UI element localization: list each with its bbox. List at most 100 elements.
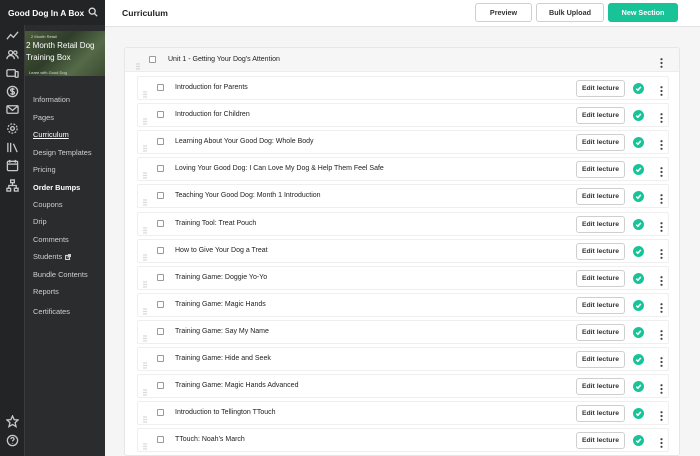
lecture-row[interactable]: Learning About Your Good Dog: Whole Body…: [137, 130, 669, 154]
edit-lecture-button[interactable]: Edit lecture: [576, 270, 625, 287]
published-check-icon[interactable]: [633, 327, 644, 338]
lecture-title[interactable]: How to Give Your Dog a Treat: [175, 247, 268, 254]
school-name[interactable]: Good Dog In A Box: [8, 8, 84, 18]
lecture-checkbox[interactable]: [157, 111, 164, 118]
lecture-checkbox[interactable]: [157, 247, 164, 254]
published-check-icon[interactable]: [633, 381, 644, 392]
sidebar-item-students[interactable]: Students: [33, 252, 72, 261]
mail-icon[interactable]: [5, 102, 20, 117]
kebab-menu-icon[interactable]: [660, 327, 663, 340]
lecture-title[interactable]: Learning About Your Good Dog: Whole Body: [175, 138, 314, 145]
lecture-checkbox[interactable]: [157, 436, 164, 443]
published-check-icon[interactable]: [633, 137, 644, 148]
published-check-icon[interactable]: [633, 191, 644, 202]
users-icon[interactable]: [5, 47, 20, 62]
lecture-title[interactable]: Training Game: Hide and Seek: [175, 355, 271, 362]
published-check-icon[interactable]: [633, 246, 644, 257]
kebab-menu-icon[interactable]: [660, 408, 663, 421]
lecture-row[interactable]: Training Tool: Treat Pouch Edit lecture: [137, 212, 669, 236]
drag-handle-icon[interactable]: [143, 437, 147, 450]
sidebar-item-pages[interactable]: Pages: [33, 113, 54, 122]
lecture-title[interactable]: Training Game: Doggie Yo-Yo: [175, 274, 267, 281]
published-check-icon[interactable]: [633, 300, 644, 311]
lecture-row[interactable]: Training Game: Magic Hands Edit lecture: [137, 293, 669, 317]
edit-lecture-button[interactable]: Edit lecture: [576, 107, 625, 124]
lecture-checkbox[interactable]: [157, 138, 164, 145]
kebab-menu-icon[interactable]: [660, 219, 663, 232]
edit-lecture-button[interactable]: Edit lecture: [576, 432, 625, 449]
kebab-menu-icon[interactable]: [660, 354, 663, 367]
sidebar-item-coupons[interactable]: Coupons: [33, 200, 63, 209]
published-check-icon[interactable]: [633, 219, 644, 230]
sitemap-icon[interactable]: [5, 178, 20, 193]
section-checkbox[interactable]: [149, 56, 156, 63]
lecture-row[interactable]: Training Game: Say My Name Edit lecture: [137, 320, 669, 344]
drag-handle-icon[interactable]: [143, 275, 147, 288]
dollar-icon[interactable]: [5, 84, 20, 99]
sidebar-item-information[interactable]: Information: [33, 95, 70, 104]
drag-handle-icon[interactable]: [143, 193, 147, 206]
drag-handle-icon[interactable]: [143, 139, 147, 152]
lecture-title[interactable]: Training Tool: Treat Pouch: [175, 220, 256, 227]
edit-lecture-button[interactable]: Edit lecture: [576, 351, 625, 368]
sidebar-item-pricing[interactable]: Pricing: [33, 165, 56, 174]
drag-handle-icon[interactable]: [143, 85, 147, 98]
lecture-row[interactable]: Introduction for Parents Edit lecture: [137, 76, 669, 100]
drag-handle-icon[interactable]: [143, 166, 147, 179]
edit-lecture-button[interactable]: Edit lecture: [576, 405, 625, 422]
kebab-menu-icon[interactable]: [660, 191, 663, 204]
sidebar-item-curriculum[interactable]: Curriculum: [33, 130, 69, 139]
sidebar-item-reports[interactable]: Reports: [33, 287, 59, 296]
published-check-icon[interactable]: [633, 164, 644, 175]
lecture-title[interactable]: Introduction for Parents: [175, 84, 248, 91]
edit-lecture-button[interactable]: Edit lecture: [576, 188, 625, 205]
lecture-checkbox[interactable]: [157, 192, 164, 199]
published-check-icon[interactable]: [633, 354, 644, 365]
published-check-icon[interactable]: [633, 83, 644, 94]
search-icon[interactable]: [87, 6, 99, 18]
devices-icon[interactable]: [5, 66, 20, 81]
kebab-menu-icon[interactable]: [660, 300, 663, 313]
preview-button[interactable]: Preview: [475, 3, 532, 22]
kebab-menu-icon[interactable]: [660, 83, 663, 96]
lecture-checkbox[interactable]: [157, 382, 164, 389]
published-check-icon[interactable]: [633, 435, 644, 446]
course-thumbnail[interactable]: 2 Month Retail 2 Month Retail Dog Traini…: [25, 31, 105, 76]
published-check-icon[interactable]: [633, 273, 644, 284]
kebab-menu-icon[interactable]: [660, 435, 663, 448]
lecture-title[interactable]: Training Game: Magic Hands: [175, 301, 266, 308]
edit-lecture-button[interactable]: Edit lecture: [576, 297, 625, 314]
lecture-row[interactable]: Teaching Your Good Dog: Month 1 Introduc…: [137, 184, 669, 208]
sidebar-item-comments[interactable]: Comments: [33, 235, 69, 244]
drag-handle-icon[interactable]: [143, 356, 147, 369]
lecture-checkbox[interactable]: [157, 274, 164, 281]
edit-lecture-button[interactable]: Edit lecture: [576, 80, 625, 97]
drag-handle-icon[interactable]: [143, 329, 147, 342]
calendar-icon[interactable]: [5, 158, 20, 173]
published-check-icon[interactable]: [633, 110, 644, 121]
lecture-title[interactable]: Introduction for Children: [175, 111, 250, 118]
help-icon[interactable]: [5, 433, 20, 448]
lecture-row[interactable]: Training Game: Hide and Seek Edit lecture: [137, 347, 669, 371]
lecture-row[interactable]: How to Give Your Dog a Treat Edit lecture: [137, 239, 669, 263]
lecture-checkbox[interactable]: [157, 409, 164, 416]
sidebar-item-order-bumps[interactable]: Order Bumps: [33, 183, 80, 192]
lecture-checkbox[interactable]: [157, 328, 164, 335]
lecture-row[interactable]: TTouch: Noah's March Edit lecture: [137, 428, 669, 452]
edit-lecture-button[interactable]: Edit lecture: [576, 243, 625, 260]
sidebar-item-bundle-contents[interactable]: Bundle Contents: [33, 270, 88, 279]
library-icon[interactable]: [5, 140, 20, 155]
lecture-title[interactable]: Training Game: Magic Hands Advanced: [175, 382, 298, 389]
published-check-icon[interactable]: [633, 408, 644, 419]
kebab-menu-icon[interactable]: [660, 55, 663, 68]
drag-handle-icon[interactable]: [143, 302, 147, 315]
lecture-title[interactable]: Loving Your Good Dog: I Can Love My Dog …: [175, 165, 384, 172]
section-row[interactable]: Unit 1 - Getting Your Dog's Attention: [125, 48, 679, 72]
star-icon[interactable]: [5, 414, 20, 429]
lecture-checkbox[interactable]: [157, 220, 164, 227]
edit-lecture-button[interactable]: Edit lecture: [576, 216, 625, 233]
bulk-upload-button[interactable]: Bulk Upload: [536, 3, 604, 22]
drag-handle-icon[interactable]: [143, 221, 147, 234]
edit-lecture-button[interactable]: Edit lecture: [576, 161, 625, 178]
lecture-checkbox[interactable]: [157, 84, 164, 91]
